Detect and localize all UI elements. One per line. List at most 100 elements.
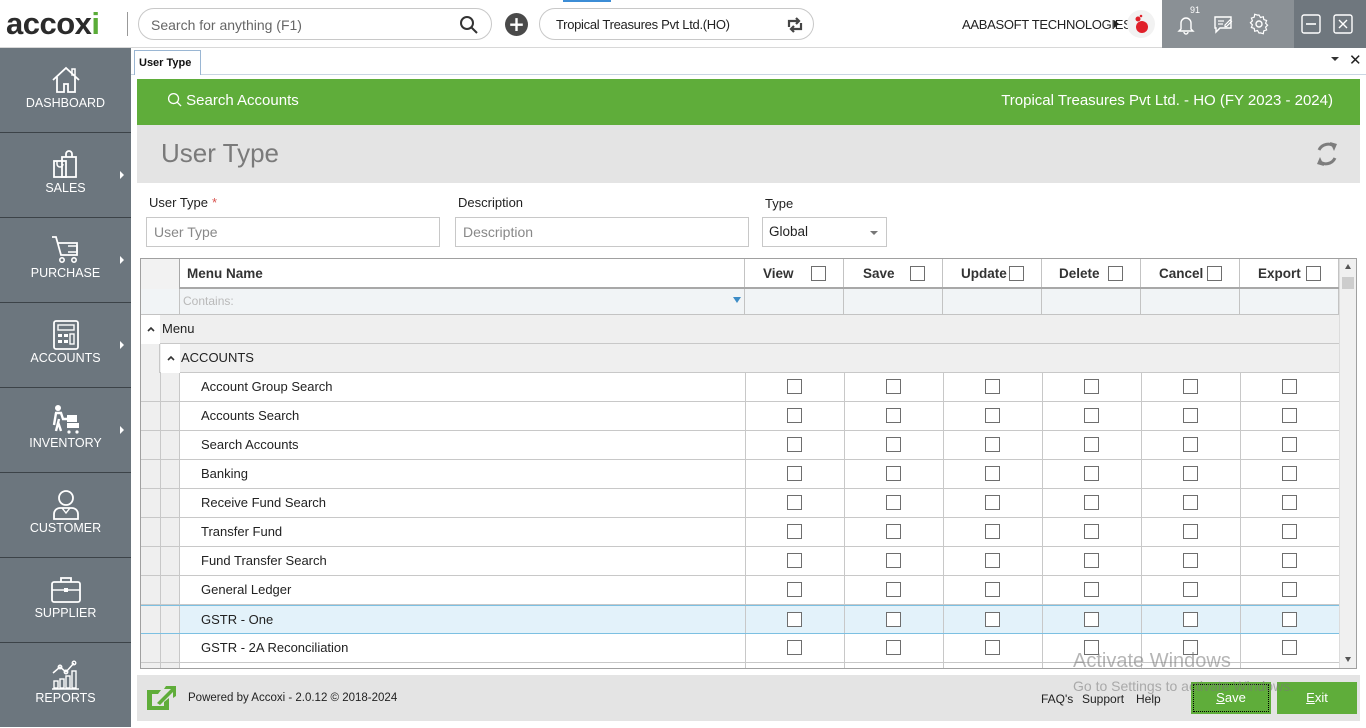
update-permission-checkbox[interactable] — [985, 582, 1000, 597]
organization-name[interactable]: AABASOFT TECHNOLOGIES — [962, 17, 1132, 32]
column-header-export[interactable]: Export — [1240, 259, 1339, 287]
view-permission-checkbox[interactable] — [787, 495, 802, 510]
support-link[interactable]: Support — [1082, 692, 1124, 706]
tab-user-type[interactable]: User Type — [134, 50, 202, 75]
cancel-permission-checkbox[interactable] — [1183, 466, 1198, 481]
update-permission-checkbox[interactable] — [985, 466, 1000, 481]
cancel-permission-checkbox[interactable] — [1183, 437, 1198, 452]
switch-company-icon[interactable] — [785, 15, 805, 35]
delete-permission-checkbox[interactable] — [1084, 437, 1099, 452]
cancel-permission-checkbox[interactable] — [1183, 524, 1198, 539]
view-permission-checkbox[interactable] — [787, 612, 802, 627]
faqs-link[interactable]: FAQ's — [1041, 692, 1073, 706]
collapse-chevron-icon[interactable] — [166, 353, 176, 363]
cancel-permission-checkbox[interactable] — [1183, 495, 1198, 510]
grid-vertical-scrollbar[interactable] — [1339, 259, 1356, 668]
message-icon[interactable] — [1212, 13, 1234, 35]
delete-permission-checkbox[interactable] — [1084, 582, 1099, 597]
table-row[interactable]: Receive Fund Search — [141, 489, 1339, 518]
sidebar-item-customer[interactable]: CUSTOMER — [0, 473, 131, 558]
update-permission-checkbox[interactable] — [985, 437, 1000, 452]
save-permission-checkbox[interactable] — [886, 553, 901, 568]
table-row[interactable]: Accounts Search — [141, 402, 1339, 431]
update-permission-checkbox[interactable] — [985, 495, 1000, 510]
user-type-input[interactable] — [146, 217, 440, 247]
notification-bell-icon[interactable] — [1175, 13, 1197, 35]
export-permission-checkbox[interactable] — [1282, 437, 1297, 452]
select-all-delete-checkbox[interactable] — [1108, 266, 1123, 281]
global-search-input[interactable] — [151, 15, 451, 35]
caret-right-icon[interactable] — [1114, 20, 1119, 28]
table-row[interactable]: Transfer Fund — [141, 518, 1339, 547]
table-row[interactable]: Account Group Search — [141, 373, 1339, 402]
update-permission-checkbox[interactable] — [985, 408, 1000, 423]
export-permission-checkbox[interactable] — [1282, 553, 1297, 568]
table-row[interactable]: Fund Transfer Search — [141, 547, 1339, 576]
cancel-permission-checkbox[interactable] — [1183, 553, 1198, 568]
save-permission-checkbox[interactable] — [886, 379, 901, 394]
save-permission-checkbox[interactable] — [886, 524, 901, 539]
column-header-view[interactable]: View — [745, 259, 844, 287]
close-window-icon[interactable] — [1332, 13, 1354, 35]
scroll-down-icon[interactable] — [1345, 657, 1351, 662]
delete-permission-checkbox[interactable] — [1084, 408, 1099, 423]
export-permission-checkbox[interactable] — [1282, 466, 1297, 481]
delete-permission-checkbox[interactable] — [1084, 379, 1099, 394]
delete-permission-checkbox[interactable] — [1084, 524, 1099, 539]
update-permission-checkbox[interactable] — [985, 612, 1000, 627]
view-permission-checkbox[interactable] — [787, 582, 802, 597]
update-permission-checkbox[interactable] — [985, 524, 1000, 539]
table-row[interactable]: Banking — [141, 460, 1339, 489]
view-permission-checkbox[interactable] — [787, 466, 802, 481]
exit-button[interactable]: Exit — [1277, 682, 1357, 714]
export-permission-checkbox[interactable] — [1282, 495, 1297, 510]
group-row-menu[interactable]: Menu — [141, 315, 1339, 344]
cancel-permission-checkbox[interactable] — [1183, 640, 1198, 655]
company-selector[interactable]: Tropical Treasures Pvt Ltd.(HO) — [539, 8, 814, 40]
app-logo[interactable]: accoxi — [6, 6, 100, 42]
collapse-chevron-icon[interactable] — [146, 324, 156, 334]
tab-list-dropdown-icon[interactable] — [1331, 57, 1339, 61]
cancel-permission-checkbox[interactable] — [1183, 379, 1198, 394]
sidebar-item-purchase[interactable]: PURCHASE — [0, 218, 131, 303]
sidebar-item-sales[interactable]: SALES — [0, 133, 131, 218]
export-permission-checkbox[interactable] — [1282, 612, 1297, 627]
description-input[interactable] — [455, 217, 749, 247]
select-all-cancel-checkbox[interactable] — [1207, 266, 1222, 281]
delete-permission-checkbox[interactable] — [1084, 612, 1099, 627]
save-permission-checkbox[interactable] — [886, 640, 901, 655]
menu-name-filter[interactable]: Contains: — [180, 289, 745, 314]
view-permission-checkbox[interactable] — [787, 408, 802, 423]
view-permission-checkbox[interactable] — [787, 553, 802, 568]
update-permission-checkbox[interactable] — [985, 379, 1000, 394]
group-row-accounts[interactable]: ACCOUNTS — [141, 344, 1339, 373]
select-all-save-checkbox[interactable] — [910, 266, 925, 281]
select-all-export-checkbox[interactable] — [1306, 266, 1321, 281]
select-all-view-checkbox[interactable] — [811, 266, 826, 281]
sidebar-item-supplier[interactable]: SUPPLIER — [0, 558, 131, 643]
table-row[interactable] — [141, 663, 1339, 668]
column-header-menu-name[interactable]: Menu Name — [180, 259, 745, 287]
select-all-update-checkbox[interactable] — [1009, 266, 1024, 281]
save-permission-checkbox[interactable] — [886, 437, 901, 452]
user-avatar[interactable] — [1127, 10, 1155, 38]
search-accounts-link[interactable]: Search Accounts — [167, 92, 299, 109]
export-permission-checkbox[interactable] — [1282, 524, 1297, 539]
save-permission-checkbox[interactable] — [886, 582, 901, 597]
save-permission-checkbox[interactable] — [886, 495, 901, 510]
export-permission-checkbox[interactable] — [1282, 379, 1297, 394]
refresh-icon[interactable] — [1312, 138, 1342, 170]
export-permission-checkbox[interactable] — [1282, 582, 1297, 597]
cancel-permission-checkbox[interactable] — [1183, 408, 1198, 423]
table-row[interactable]: General Ledger — [141, 576, 1339, 605]
table-row[interactable]: GSTR - 2A Reconciliation — [141, 634, 1339, 663]
table-row[interactable]: GSTR - One — [141, 605, 1339, 634]
close-tab-icon[interactable]: ✕ — [1349, 51, 1362, 69]
save-permission-checkbox[interactable] — [886, 408, 901, 423]
delete-permission-checkbox[interactable] — [1084, 466, 1099, 481]
filter-funnel-icon[interactable] — [733, 297, 741, 303]
view-permission-checkbox[interactable] — [787, 524, 802, 539]
settings-gear-icon[interactable] — [1248, 13, 1270, 35]
export-permission-checkbox[interactable] — [1282, 408, 1297, 423]
sidebar-item-inventory[interactable]: INVENTORY — [0, 388, 131, 473]
